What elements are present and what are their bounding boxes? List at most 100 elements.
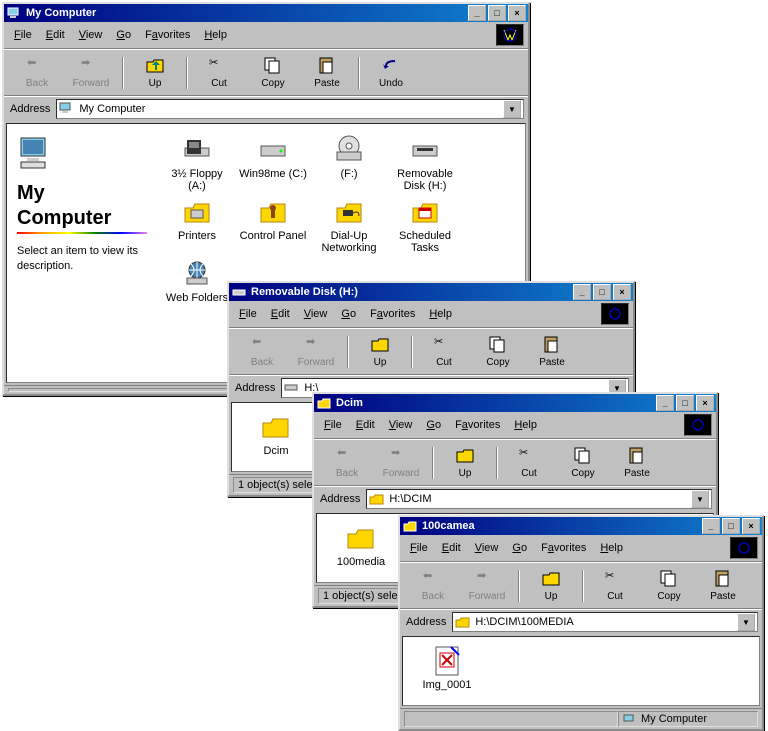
maximize-button[interactable]: □	[676, 395, 694, 411]
back-button[interactable]: ⬅Back	[320, 444, 374, 481]
up-button[interactable]: Up	[438, 444, 492, 481]
scheduled-tasks-folder[interactable]: Scheduled Tasks	[389, 196, 461, 254]
paste-button[interactable]: Paste	[696, 567, 750, 604]
maximize-button[interactable]: □	[488, 5, 506, 21]
menu-file[interactable]: File	[233, 306, 263, 322]
toolbar: ⬅Back ➡Forward Up ✂Cut Copy Paste	[229, 328, 633, 375]
dialup-folder[interactable]: Dial-Up Networking	[313, 196, 385, 254]
content-area: Img_0001	[402, 636, 760, 706]
back-button[interactable]: ⬅Back	[406, 567, 460, 604]
menu-help[interactable]: Help	[594, 540, 629, 556]
copy-button[interactable]: Copy	[471, 333, 525, 370]
web-folders[interactable]: Web Folders	[161, 258, 233, 304]
undo-icon	[381, 56, 401, 76]
forward-icon: ➡	[81, 56, 101, 76]
window-title: My Computer	[26, 7, 468, 19]
image-file[interactable]: Img_0001	[411, 645, 483, 697]
cut-icon: ✂	[209, 56, 229, 76]
titlebar[interactable]: My Computer _ □ ×	[4, 4, 528, 22]
paste-button[interactable]: Paste	[525, 333, 579, 370]
menu-view[interactable]: View	[73, 27, 109, 43]
menubar: File Edit View Go Favorites Help	[314, 412, 716, 439]
menu-favorites[interactable]: Favorites	[139, 27, 196, 43]
cut-button[interactable]: ✂Cut	[417, 333, 471, 370]
menu-help[interactable]: Help	[508, 417, 543, 433]
toolbar: ⬅Back ➡Forward Up ✂Cut Copy Paste	[400, 562, 762, 609]
close-button[interactable]: ×	[613, 284, 631, 300]
address-value: My Computer	[79, 103, 145, 115]
cut-button[interactable]: ✂Cut	[192, 54, 246, 91]
minimize-button[interactable]: _	[468, 5, 486, 21]
hard-drive[interactable]: Win98me (C:)	[237, 134, 309, 192]
copy-button[interactable]: Copy	[246, 54, 300, 91]
printers-folder[interactable]: Printers	[161, 196, 233, 254]
back-button[interactable]: ⬅Back	[10, 54, 64, 91]
minimize-button[interactable]: _	[656, 395, 674, 411]
close-button[interactable]: ×	[696, 395, 714, 411]
address-input[interactable]: H:\DCIM\100MEDIA ▼	[452, 612, 758, 632]
minimize-button[interactable]: _	[702, 518, 720, 534]
forward-button[interactable]: ➡Forward	[460, 567, 514, 604]
paste-button[interactable]: Paste	[610, 444, 664, 481]
dropdown-button[interactable]: ▼	[503, 100, 521, 118]
menu-go[interactable]: Go	[506, 540, 533, 556]
menu-file[interactable]: File	[318, 417, 348, 433]
menu-go[interactable]: Go	[110, 27, 137, 43]
folder-icon	[402, 518, 418, 534]
maximize-button[interactable]: □	[722, 518, 740, 534]
addressbar: Address H:\DCIM ▼	[314, 486, 716, 511]
dcim-folder[interactable]: Dcim	[240, 411, 312, 463]
100media-folder[interactable]: 100media	[325, 522, 397, 574]
close-button[interactable]: ×	[508, 5, 526, 21]
floppy-drive[interactable]: 3½ Floppy (A:)	[161, 134, 233, 192]
menu-file[interactable]: File	[8, 27, 38, 43]
menu-go[interactable]: Go	[420, 417, 447, 433]
back-button[interactable]: ⬅Back	[235, 333, 289, 370]
close-button[interactable]: ×	[742, 518, 760, 534]
minimize-button[interactable]: _	[573, 284, 591, 300]
menu-help[interactable]: Help	[198, 27, 233, 43]
removable-icon	[409, 134, 441, 166]
titlebar[interactable]: Removable Disk (H:) _□×	[229, 283, 633, 301]
address-input[interactable]: My Computer ▼	[56, 99, 524, 119]
titlebar[interactable]: Dcim _□×	[314, 394, 716, 412]
forward-button[interactable]: ➡Forward	[64, 54, 118, 91]
up-button[interactable]: Up	[524, 567, 578, 604]
maximize-button[interactable]: □	[593, 284, 611, 300]
address-value: H:\DCIM\100MEDIA	[475, 616, 573, 628]
menu-view[interactable]: View	[469, 540, 505, 556]
menu-view[interactable]: View	[298, 306, 334, 322]
copy-button[interactable]: Copy	[642, 567, 696, 604]
forward-button[interactable]: ➡Forward	[374, 444, 428, 481]
menu-file[interactable]: File	[404, 540, 434, 556]
copy-button[interactable]: Copy	[556, 444, 610, 481]
menu-help[interactable]: Help	[423, 306, 458, 322]
paste-button[interactable]: Paste	[300, 54, 354, 91]
menu-edit[interactable]: Edit	[265, 306, 296, 322]
cut-button[interactable]: ✂Cut	[502, 444, 556, 481]
addressbar: Address H:\DCIM\100MEDIA ▼	[400, 609, 762, 634]
dropdown-button[interactable]: ▼	[691, 490, 709, 508]
drive-icon	[231, 284, 247, 300]
menu-go[interactable]: Go	[335, 306, 362, 322]
dropdown-button[interactable]: ▼	[737, 613, 755, 631]
menu-favorites[interactable]: Favorites	[449, 417, 506, 433]
menu-edit[interactable]: Edit	[350, 417, 381, 433]
menu-edit[interactable]: Edit	[436, 540, 467, 556]
folder-icon	[316, 395, 332, 411]
menu-view[interactable]: View	[383, 417, 419, 433]
forward-button[interactable]: ➡Forward	[289, 333, 343, 370]
cd-drive[interactable]: (F:)	[313, 134, 385, 192]
cut-button[interactable]: ✂Cut	[588, 567, 642, 604]
up-button[interactable]: Up	[353, 333, 407, 370]
titlebar[interactable]: 100camea _□×	[400, 517, 762, 535]
up-button[interactable]: Up	[128, 54, 182, 91]
left-pane: My Computer Select an item to view its d…	[7, 124, 157, 285]
menu-favorites[interactable]: Favorites	[364, 306, 421, 322]
address-input[interactable]: H:\DCIM ▼	[366, 489, 712, 509]
menu-edit[interactable]: Edit	[40, 27, 71, 43]
removable-drive[interactable]: Removable Disk (H:)	[389, 134, 461, 192]
control-panel-folder[interactable]: Control Panel	[237, 196, 309, 254]
menu-favorites[interactable]: Favorites	[535, 540, 592, 556]
undo-button[interactable]: Undo	[364, 54, 418, 91]
